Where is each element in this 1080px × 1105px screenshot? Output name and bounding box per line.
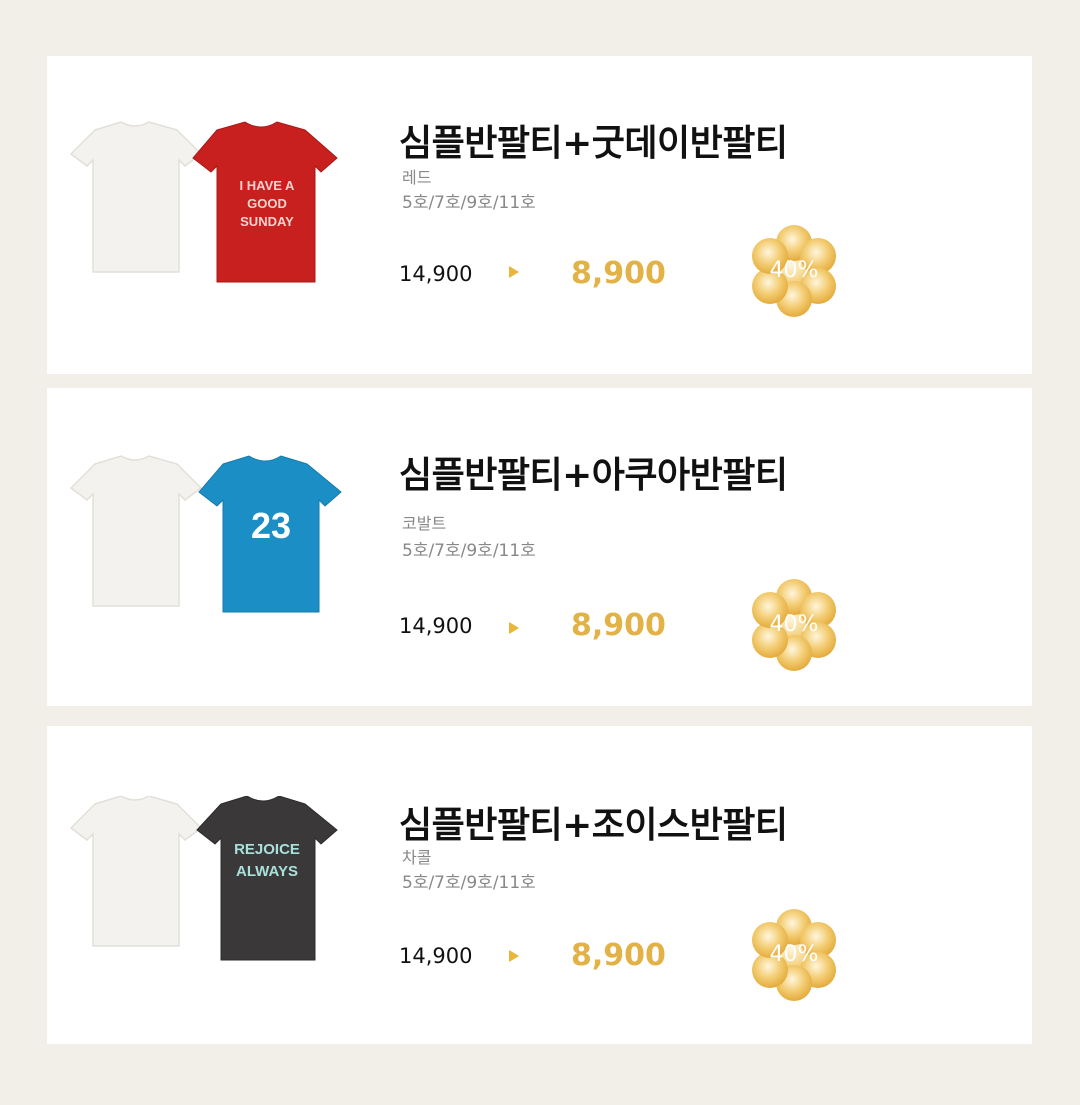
product-card[interactable]: REJOICE ALWAYS 심플반팔티+조이스반팔티 차콜 5호/7호/9호/… [47, 726, 1032, 1044]
shirt-print-line-3: SUNDAY [240, 214, 294, 229]
product-card[interactable]: 23 심플반팔티+아쿠아반팔티 코발트 5호/7호/9호/11호 14,900 … [47, 388, 1032, 706]
shirt-print-line-2: ALWAYS [236, 863, 298, 880]
shirt-print-line-1: REJOICE [234, 841, 300, 858]
white-tshirt [69, 455, 203, 607]
price-arrow-icon [509, 950, 519, 962]
discount-percent: 40% [769, 942, 819, 967]
shirt-print-line-2: GOOD [247, 196, 287, 211]
discount-percent: 40% [769, 258, 819, 283]
discount-badge: 40% [747, 578, 841, 672]
original-price: 14,900 [399, 614, 473, 638]
product-card[interactable]: I HAVE A GOOD SUNDAY 심플반팔티+굿데이반팔티 레드 5호/… [47, 56, 1032, 374]
sale-price: 8,900 [571, 608, 666, 643]
tshirt-set-image: REJOICE ALWAYS [69, 796, 338, 961]
product-sizes: 5호/7호/9호/11호 [402, 541, 536, 561]
discount-percent: 40% [769, 612, 819, 637]
original-price: 14,900 [399, 944, 473, 968]
product-sizes: 5호/7호/9호/11호 [402, 193, 536, 213]
product-image[interactable]: REJOICE ALWAYS [59, 796, 359, 976]
white-tshirt [69, 796, 203, 947]
product-image[interactable]: 23 [59, 450, 359, 630]
product-color: 레드 [402, 168, 432, 187]
price-arrow-icon [509, 266, 519, 278]
tshirt-set-image: 23 [69, 455, 342, 613]
sale-price: 8,900 [571, 938, 666, 973]
product-title[interactable]: 심플반팔티+굿데이반팔티 [399, 114, 788, 166]
shirt-print-line-1: I HAVE A [240, 178, 296, 193]
discount-badge: 40% [747, 908, 841, 1002]
shirt-print-line-1: 23 [251, 505, 291, 546]
product-title[interactable]: 심플반팔티+아쿠아반팔티 [399, 446, 788, 498]
product-color: 코발트 [402, 514, 447, 533]
original-price: 14,900 [399, 262, 473, 286]
white-tshirt [69, 121, 203, 273]
sale-price: 8,900 [571, 256, 666, 291]
product-sizes: 5호/7호/9호/11호 [402, 873, 536, 893]
tshirt-set-image: I HAVE A GOOD SUNDAY [69, 121, 338, 283]
product-image[interactable]: I HAVE A GOOD SUNDAY [59, 118, 359, 298]
product-title[interactable]: 심플반팔티+조이스반팔티 [399, 796, 788, 848]
product-color: 차콜 [402, 848, 432, 867]
discount-badge: 40% [747, 224, 841, 318]
price-arrow-icon [509, 622, 519, 634]
